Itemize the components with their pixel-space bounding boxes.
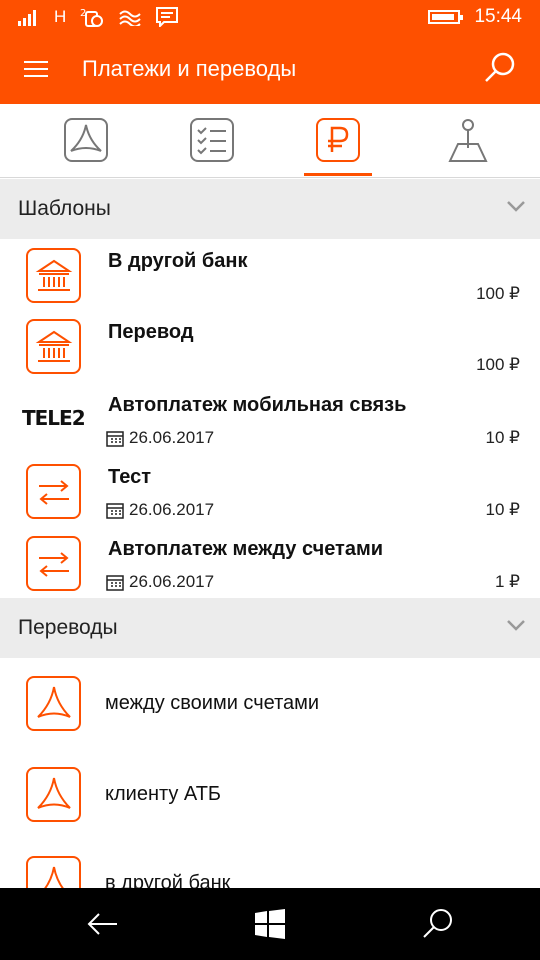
chevron-down-icon: [507, 201, 525, 212]
battery-icon: [428, 10, 464, 24]
atb-logo-icon: [64, 118, 108, 162]
transfer-label: между своими счетами: [105, 692, 320, 714]
template-date-text: 26.06.2017: [129, 500, 215, 519]
status-bar: H 2 15:44: [0, 0, 540, 34]
template-name: Автоплатеж между счетами: [108, 538, 384, 560]
back-icon[interactable]: [84, 906, 120, 942]
template-item[interactable]: TELE2 Автоплатеж мобильная связь 26.06.2…: [0, 384, 540, 456]
template-name: Автоплатеж мобильная связь: [108, 394, 407, 416]
tab-operations[interactable]: [172, 104, 252, 178]
template-item[interactable]: Тест 26.06.2017 10 ₽: [0, 456, 540, 528]
message-icon: [156, 7, 179, 27]
menu-icon-line: [24, 75, 48, 77]
template-item[interactable]: Автоплатеж между счетами 26.06.2017 1 ₽: [0, 528, 540, 600]
transfer-item[interactable]: между своими счетами: [0, 658, 540, 748]
menu-button[interactable]: [24, 61, 48, 79]
checklist-icon: [190, 118, 234, 162]
section-title: Переводы: [18, 616, 118, 639]
network-type-label: H: [54, 7, 67, 26]
clock: 15:44: [474, 6, 522, 27]
transfer-label: клиенту АТБ: [105, 783, 222, 805]
template-date: 26.06.2017: [106, 572, 214, 592]
template-date-text: 26.06.2017: [129, 572, 215, 591]
calendar-icon: [106, 430, 124, 447]
template-amount: 1 ₽: [495, 572, 520, 591]
tab-bar: [0, 104, 540, 178]
tab-home[interactable]: [46, 104, 126, 178]
template-date-text: 26.06.2017: [129, 428, 215, 447]
chevron-down-icon: [507, 620, 525, 631]
templates-section-header[interactable]: Шаблоны: [0, 179, 540, 239]
section-title: Шаблоны: [18, 197, 111, 220]
template-item[interactable]: В другой банк 100 ₽: [0, 240, 540, 312]
calendar-icon: [106, 502, 124, 519]
bank-icon: [26, 248, 81, 303]
tele2-logo: TELE2: [22, 406, 86, 430]
template-name: Тест: [108, 466, 151, 488]
system-nav-bar: [0, 888, 540, 960]
search-icon[interactable]: [482, 50, 518, 86]
windows-start-icon[interactable]: [252, 906, 288, 942]
wifi-calling-icon: [119, 10, 141, 26]
template-date: 26.06.2017: [106, 428, 214, 448]
template-item[interactable]: Перевод 100 ₽: [0, 311, 540, 383]
atb-logo-icon: [26, 676, 81, 731]
tab-map[interactable]: [428, 104, 508, 178]
template-amount: 10 ₽: [485, 500, 520, 519]
atb-logo-icon: [26, 767, 81, 822]
page-title: Платежи и переводы: [82, 56, 297, 81]
app-header: Платежи и переводы: [0, 34, 540, 104]
template-amount: 10 ₽: [485, 428, 520, 447]
ruble-icon: [316, 118, 360, 162]
template-name: В другой банк: [108, 250, 248, 272]
transfers-section-header[interactable]: Переводы: [0, 598, 540, 658]
tab-payments[interactable]: [304, 104, 372, 178]
template-amount: 100 ₽: [476, 284, 520, 303]
map-pin-icon: [448, 119, 488, 162]
transfer-item[interactable]: клиенту АТБ: [0, 749, 540, 839]
menu-icon: [24, 61, 48, 63]
bank-icon: [26, 319, 81, 374]
template-name: Перевод: [108, 321, 194, 343]
signal-icon: [18, 10, 36, 26]
transfer-arrows-icon: [26, 536, 81, 591]
calendar-icon: [106, 574, 124, 591]
template-amount: 100 ₽: [476, 355, 520, 374]
template-date: 26.06.2017: [106, 500, 214, 520]
search-icon[interactable]: [420, 906, 456, 942]
transfer-arrows-icon: [26, 464, 81, 519]
menu-icon-line: [24, 68, 48, 70]
rotation-lock-icon: 2: [80, 8, 104, 27]
